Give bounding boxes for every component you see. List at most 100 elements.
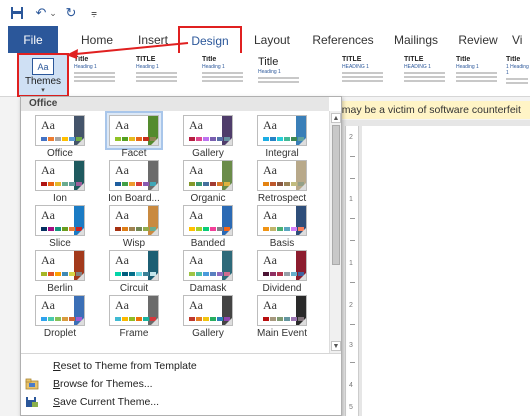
theme-sample-text: Aa xyxy=(263,253,277,267)
theme-tile[interactable]: Aa Banded xyxy=(173,203,243,249)
theme-tile[interactable]: Aa Wisp xyxy=(99,203,169,249)
theme-thumbnail: Aa xyxy=(255,203,309,238)
theme-sample-text: Aa xyxy=(189,253,203,267)
tab-layout[interactable]: Layout xyxy=(250,26,294,53)
theme-tile[interactable]: Aa Circuit xyxy=(99,248,169,294)
theme-name: Droplet xyxy=(43,328,77,339)
theme-tile[interactable]: Aa Basis xyxy=(247,203,317,249)
theme-thumbnail: Aa xyxy=(255,113,309,148)
ruler-mark: 2 xyxy=(349,134,353,141)
ruler-mark: 5 xyxy=(349,404,353,411)
theme-tile[interactable]: Aa Ion xyxy=(25,158,95,204)
style-set-6[interactable]: TITLE HEADING 1 xyxy=(404,56,450,94)
theme-thumbnail: Aa xyxy=(107,293,161,328)
tab-review[interactable]: Review xyxy=(454,26,502,53)
themes-gallery: Office Aa Office Aa Facet Aa Gallery Aa Integra… xyxy=(20,96,342,416)
theme-thumbnail: Aa xyxy=(255,158,309,193)
theme-tile[interactable]: Aa Dividend xyxy=(247,248,317,294)
style-set-title: Title xyxy=(506,56,521,63)
theme-sample-text: Aa xyxy=(41,298,55,312)
save-icon[interactable] xyxy=(8,4,26,22)
reset-theme-label: Reset to Theme from Template xyxy=(53,359,197,372)
document-page[interactable] xyxy=(362,126,530,416)
save-theme-menu-item[interactable]: Save Current Theme... xyxy=(21,393,341,410)
style-set-heading: HEADING 1 xyxy=(404,64,431,70)
ruler-mark: 1 xyxy=(349,260,353,267)
style-set-5[interactable]: TITLE HEADING 1 xyxy=(342,56,388,94)
theme-tile[interactable]: Aa Integral xyxy=(247,113,317,159)
tab-mailings[interactable]: Mailings xyxy=(388,26,444,53)
theme-tile[interactable]: Aa Slice xyxy=(25,203,95,249)
style-set-1[interactable]: Title Heading 1 xyxy=(74,56,120,94)
theme-sample-text: Aa xyxy=(189,208,203,222)
notification-bar: u may be a victim of software counterfei… xyxy=(329,101,530,119)
themes-grid: Aa Office Aa Facet Aa Gallery Aa Integral Aa Ion A… xyxy=(25,111,325,339)
style-set-heading: Heading 1 xyxy=(258,69,281,75)
theme-tile[interactable]: Aa Facet xyxy=(99,111,169,159)
tab-file[interactable]: File xyxy=(8,26,58,53)
theme-tile[interactable]: Aa Droplet xyxy=(25,293,95,339)
theme-tile[interactable]: Aa Gallery xyxy=(173,293,243,339)
theme-thumbnail: Aa xyxy=(33,158,87,193)
theme-sample-text: Aa xyxy=(189,118,203,132)
style-set-8[interactable]: Title 1 Heading 1 xyxy=(506,56,530,94)
theme-thumbnail: Aa xyxy=(107,203,161,238)
gallery-scrollbar[interactable]: ▲ ▼ xyxy=(329,111,341,353)
reset-theme-menu-item[interactable]: Reset to Theme from Template xyxy=(21,357,341,374)
browse-themes-menu-item[interactable]: Browse for Themes... xyxy=(21,375,341,392)
redo-icon[interactable]: ↻ xyxy=(64,4,78,22)
customize-qat-icon[interactable]: ⩦ xyxy=(88,4,100,22)
theme-thumbnail: Aa xyxy=(255,248,309,283)
theme-tile[interactable]: Aa Damask xyxy=(173,248,243,294)
scroll-down-icon[interactable]: ▼ xyxy=(331,341,341,351)
annotation-arrow xyxy=(66,42,189,59)
style-set-title: Title xyxy=(202,56,217,63)
theme-name: Gallery xyxy=(192,328,224,339)
style-set-7[interactable]: Title Heading 1 xyxy=(456,56,502,94)
theme-sample-text: Aa xyxy=(263,118,277,132)
style-set-3[interactable]: Title Heading 1 xyxy=(202,56,248,94)
chevron-down-icon[interactable]: ⌄ xyxy=(48,4,58,22)
theme-thumbnail: Aa xyxy=(105,111,163,150)
tab-view[interactable]: Vi xyxy=(512,26,530,53)
style-set-heading: Heading 1 xyxy=(202,64,225,70)
scroll-up-icon[interactable]: ▲ xyxy=(331,113,341,123)
theme-tile[interactable]: Aa Frame xyxy=(99,293,169,339)
scrollbar-thumb[interactable] xyxy=(332,125,340,265)
undo-icon[interactable]: ↶ xyxy=(34,4,48,22)
chevron-down-icon: ▾ xyxy=(41,87,45,94)
vertical-ruler: 2 1 1 2 3 4 5 xyxy=(345,126,359,416)
tab-references[interactable]: References xyxy=(308,26,378,53)
theme-tile[interactable]: Aa Main Event xyxy=(247,293,317,339)
theme-thumbnail: Aa xyxy=(33,113,87,148)
theme-name: Main Event xyxy=(256,328,308,339)
theme-tile[interactable]: Aa Retrospect xyxy=(247,158,317,204)
theme-tile[interactable]: Aa Office xyxy=(25,113,95,159)
theme-name: Frame xyxy=(119,328,149,339)
theme-tile[interactable]: Aa Gallery xyxy=(173,113,243,159)
theme-sample-text: Aa xyxy=(115,253,129,267)
ruler-mark: 4 xyxy=(349,382,353,389)
style-set-4[interactable]: Title Heading 1 xyxy=(258,56,304,94)
theme-sample-text: Aa xyxy=(189,163,203,177)
theme-tile[interactable]: Aa Organic xyxy=(173,158,243,204)
theme-tile[interactable]: Aa Berlin xyxy=(25,248,95,294)
theme-sample-text: Aa xyxy=(115,163,129,177)
theme-thumbnail: Aa xyxy=(107,248,161,283)
theme-sample-text: Aa xyxy=(263,298,277,312)
theme-thumbnail: Aa xyxy=(33,248,87,283)
style-set-heading: Heading 1 xyxy=(74,64,97,70)
style-set-2[interactable]: TITLE Heading 1 xyxy=(136,56,182,94)
theme-sample-text: Aa xyxy=(189,298,203,312)
style-set-title: Title xyxy=(456,56,471,63)
theme-sample-text: Aa xyxy=(115,118,129,132)
theme-thumbnail: Aa xyxy=(181,248,235,283)
theme-tile[interactable]: Aa Ion Board... xyxy=(99,158,169,204)
theme-thumbnail: Aa xyxy=(181,203,235,238)
folder-icon xyxy=(25,378,39,390)
theme-thumbnail: Aa xyxy=(107,158,161,193)
theme-thumbnail: Aa xyxy=(33,203,87,238)
theme-thumbnail: Aa xyxy=(181,158,235,193)
theme-thumbnail: Aa xyxy=(33,293,87,328)
browse-themes-label: Browse for Themes... xyxy=(53,377,153,390)
